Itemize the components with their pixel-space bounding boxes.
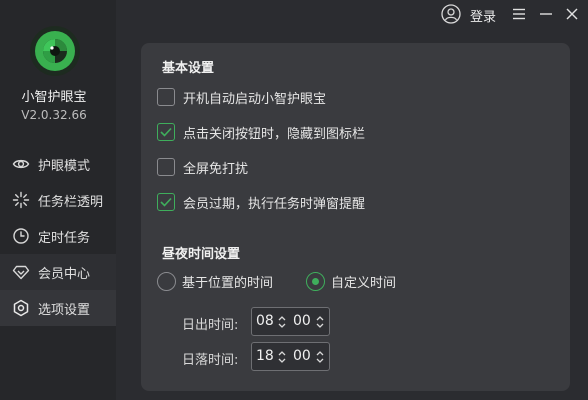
option-label: 会员过期，执行任务时弹窗提醒 — [183, 196, 366, 212]
nav-label: 护眼模式 — [38, 158, 91, 174]
diamond-icon — [12, 263, 30, 281]
close-icon[interactable] — [563, 5, 581, 23]
radio-custom-time[interactable]: 自定义时间 — [306, 271, 396, 291]
sunrise-minute[interactable]: 00 — [293, 313, 311, 329]
nav-item-eye-mode[interactable]: 护眼模式 — [0, 146, 116, 182]
sunset-minute[interactable]: 00 — [293, 348, 311, 364]
daynight-settings-title: 昼夜时间设置 — [162, 247, 241, 262]
spinner-arrows-icon[interactable] — [315, 314, 325, 330]
option-label: 开机自动启动小智护眼宝 — [183, 91, 327, 107]
radio-label: 自定义时间 — [331, 275, 397, 291]
nav-label: 选项设置 — [38, 302, 91, 318]
login-button[interactable]: 登录 — [470, 6, 496, 25]
user-icon[interactable] — [441, 4, 461, 24]
nav-item-scheduled-task[interactable]: 定时任务 — [0, 218, 116, 254]
option-fullscreen-dnd[interactable]: 全屏免打扰 — [157, 157, 248, 177]
settings-icon — [12, 299, 30, 317]
nav-label: 会员中心 — [38, 266, 91, 282]
spinner-arrows-icon[interactable] — [277, 349, 287, 365]
radio-button-checked[interactable] — [306, 271, 325, 291]
check-icon — [160, 127, 172, 137]
checkbox[interactable] — [157, 158, 175, 176]
app-logo — [30, 26, 80, 76]
menu-icon[interactable] — [510, 5, 528, 23]
option-hide-to-tray[interactable]: 点击关闭按钮时，隐藏到图标栏 — [157, 122, 365, 142]
radio-button[interactable] — [157, 271, 176, 291]
nav-item-taskbar-transparent[interactable]: 任务栏透明 — [0, 182, 116, 218]
spinner-arrows-icon[interactable] — [277, 314, 287, 330]
option-label: 全屏免打扰 — [183, 161, 249, 177]
option-member-expire-alert[interactable]: 会员过期，执行任务时弹窗提醒 — [157, 192, 365, 212]
nav-item-member-center[interactable]: 会员中心 — [0, 254, 116, 290]
app-version: V2.0.32.66 — [21, 108, 87, 122]
basic-settings-title: 基本设置 — [162, 61, 215, 76]
spinner-arrows-icon[interactable] — [315, 349, 325, 365]
radio-label: 基于位置的时间 — [182, 275, 274, 291]
radio-location-time[interactable]: 基于位置的时间 — [157, 271, 273, 291]
option-autostart[interactable]: 开机自动启动小智护眼宝 — [157, 87, 326, 107]
nav-item-options[interactable]: 选项设置 — [0, 290, 116, 326]
app-name: 小智护眼宝 — [21, 90, 87, 105]
sunrise-label: 日出时间: — [182, 318, 239, 333]
sunrise-time-input[interactable]: 08 00 — [251, 307, 330, 336]
sunset-time-input[interactable]: 18 00 — [251, 342, 330, 371]
nav-label: 任务栏透明 — [38, 194, 104, 210]
checkbox-checked[interactable] — [157, 123, 175, 141]
sunset-hour[interactable]: 18 — [256, 348, 274, 364]
checkbox-checked[interactable] — [157, 193, 175, 211]
sparkle-icon — [12, 191, 30, 209]
sidebar: 小智护眼宝 V2.0.32.66 护眼模式 任务栏透明 定时任务 会员中心 选项… — [0, 0, 116, 400]
minimize-icon[interactable] — [537, 5, 555, 23]
check-icon — [160, 197, 172, 207]
nav-label: 定时任务 — [38, 230, 91, 246]
sunset-label: 日落时间: — [182, 353, 239, 368]
sunrise-hour[interactable]: 08 — [256, 313, 274, 329]
eye-icon — [12, 155, 30, 173]
option-label: 点击关闭按钮时，隐藏到图标栏 — [183, 126, 366, 142]
clock-icon — [12, 227, 30, 245]
checkbox[interactable] — [157, 88, 175, 106]
